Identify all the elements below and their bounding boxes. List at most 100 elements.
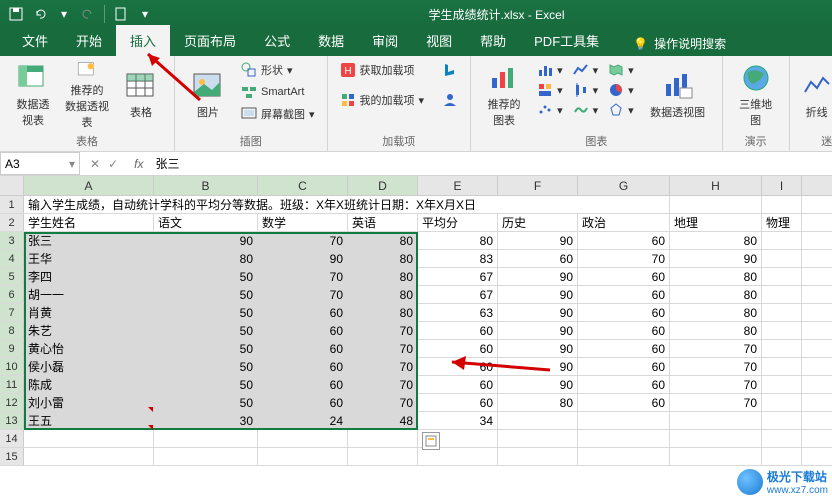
cell-E3[interactable]: 80 [418, 232, 498, 249]
cell-D4[interactable]: 80 [348, 250, 418, 267]
recommended-charts-button[interactable]: 推荐的 图表 [479, 60, 529, 130]
cell-A11[interactable]: 陈成 [24, 376, 154, 393]
select-all-corner[interactable] [0, 176, 24, 195]
cell-E6[interactable]: 67 [418, 286, 498, 303]
cell-A3[interactable]: 张三 [24, 232, 154, 249]
cell-I1[interactable] [762, 196, 802, 213]
cell-F8[interactable]: 90 [498, 322, 578, 339]
picture-button[interactable]: 图片 [183, 60, 233, 130]
cell-D5[interactable]: 80 [348, 268, 418, 285]
cell-D11[interactable]: 70 [348, 376, 418, 393]
cell-B9[interactable]: 50 [154, 340, 258, 357]
cell-G15[interactable] [578, 448, 670, 465]
cell-A14[interactable] [24, 430, 154, 447]
row-header-1[interactable]: 1 [0, 196, 24, 213]
cell-D12[interactable]: 70 [348, 394, 418, 411]
cell-A5[interactable]: 李四 [24, 268, 154, 285]
cell-I14[interactable] [762, 430, 802, 447]
cell-H13[interactable] [670, 412, 762, 429]
people-icon[interactable] [438, 90, 462, 110]
cell-A9[interactable]: 黄心怡 [24, 340, 154, 357]
row-header-8[interactable]: 8 [0, 322, 24, 339]
name-box[interactable]: A3▾ [0, 152, 80, 175]
cell-A15[interactable] [24, 448, 154, 465]
cell-I5[interactable] [762, 268, 802, 285]
cell-H1[interactable] [670, 196, 762, 213]
cell-I9[interactable] [762, 340, 802, 357]
cell-F13[interactable] [498, 412, 578, 429]
cell-B4[interactable]: 80 [154, 250, 258, 267]
col-header-C[interactable]: C [258, 176, 348, 195]
sparkline-line-button[interactable]: 折线 [798, 60, 832, 130]
smartart-button[interactable]: SmartArt [237, 82, 319, 102]
cell-F9[interactable]: 90 [498, 340, 578, 357]
cell-A2[interactable]: 学生姓名 [24, 214, 154, 231]
cell-G4[interactable]: 70 [578, 250, 670, 267]
cell-D3[interactable]: 80 [348, 232, 418, 249]
cell-F7[interactable]: 90 [498, 304, 578, 321]
chevron-down-icon[interactable]: ▾ [56, 6, 72, 22]
cell-C9[interactable]: 60 [258, 340, 348, 357]
cell-A10[interactable]: 侯小磊 [24, 358, 154, 375]
cell-C6[interactable]: 70 [258, 286, 348, 303]
tab-home[interactable]: 开始 [62, 25, 116, 56]
cell-A1[interactable]: 输入学生成绩，自动统计学科的平均分等数据。班级：X年X班统计日期：X年X月X日 [24, 196, 670, 213]
cell-G3[interactable]: 60 [578, 232, 670, 249]
tab-file[interactable]: 文件 [8, 25, 62, 56]
formula-input[interactable]: 张三 [149, 155, 832, 172]
cell-C13[interactable]: 24 [258, 412, 348, 429]
table-button[interactable]: 表格 [116, 60, 166, 130]
cell-I3[interactable] [762, 232, 802, 249]
fx-icon[interactable]: fx [128, 157, 149, 171]
cell-A7[interactable]: 肖黄 [24, 304, 154, 321]
cell-H14[interactable] [670, 430, 762, 447]
cell-F11[interactable]: 90 [498, 376, 578, 393]
shapes-button[interactable]: 形状 ▾ [237, 60, 319, 80]
cell-I13[interactable] [762, 412, 802, 429]
row-header-14[interactable]: 14 [0, 430, 24, 447]
cell-E12[interactable]: 60 [418, 394, 498, 411]
cell-C8[interactable]: 60 [258, 322, 348, 339]
cell-E2[interactable]: 平均分 [418, 214, 498, 231]
cell-G5[interactable]: 60 [578, 268, 670, 285]
row-header-4[interactable]: 4 [0, 250, 24, 267]
recommended-pivot-button[interactable]: 推荐的 数据透视表 [62, 60, 112, 130]
cell-A8[interactable]: 朱艺 [24, 322, 154, 339]
confirm-icon[interactable]: ✓ [108, 157, 118, 171]
cell-B8[interactable]: 50 [154, 322, 258, 339]
col-header-F[interactable]: F [498, 176, 578, 195]
cell-D10[interactable]: 70 [348, 358, 418, 375]
cell-H15[interactable] [670, 448, 762, 465]
row-header-12[interactable]: 12 [0, 394, 24, 411]
cell-E7[interactable]: 63 [418, 304, 498, 321]
col-header-E[interactable]: E [418, 176, 498, 195]
cell-H9[interactable]: 70 [670, 340, 762, 357]
cell-F6[interactable]: 90 [498, 286, 578, 303]
cell-E4[interactable]: 83 [418, 250, 498, 267]
statistic-chart-icon[interactable]: ▾ [569, 80, 603, 100]
cell-C7[interactable]: 60 [258, 304, 348, 321]
undo-icon[interactable] [32, 6, 48, 22]
line-chart-icon[interactable]: ▾ [569, 60, 603, 80]
cell-G6[interactable]: 60 [578, 286, 670, 303]
cell-E11[interactable]: 60 [418, 376, 498, 393]
pivot-table-button[interactable]: 数据透 视表 [8, 60, 58, 130]
cell-F4[interactable]: 60 [498, 250, 578, 267]
tab-formulas[interactable]: 公式 [250, 25, 304, 56]
row-header-13[interactable]: 13 [0, 412, 24, 429]
cell-I10[interactable] [762, 358, 802, 375]
tab-data[interactable]: 数据 [304, 25, 358, 56]
surface-chart-icon[interactable]: ▾ [569, 100, 603, 120]
cell-E13[interactable]: 34 [418, 412, 498, 429]
row-header-10[interactable]: 10 [0, 358, 24, 375]
cell-B13[interactable]: 30 [154, 412, 258, 429]
cell-E15[interactable] [418, 448, 498, 465]
cell-F5[interactable]: 90 [498, 268, 578, 285]
my-addins-button[interactable]: 我的加载项 ▾ [336, 90, 429, 110]
cell-D13[interactable]: 48 [348, 412, 418, 429]
cell-I2[interactable]: 物理 [762, 214, 802, 231]
col-header-I[interactable]: I [762, 176, 802, 195]
cell-D14[interactable] [348, 430, 418, 447]
tell-me-search[interactable]: 💡 操作说明搜索 [625, 31, 734, 56]
cell-F14[interactable] [498, 430, 578, 447]
